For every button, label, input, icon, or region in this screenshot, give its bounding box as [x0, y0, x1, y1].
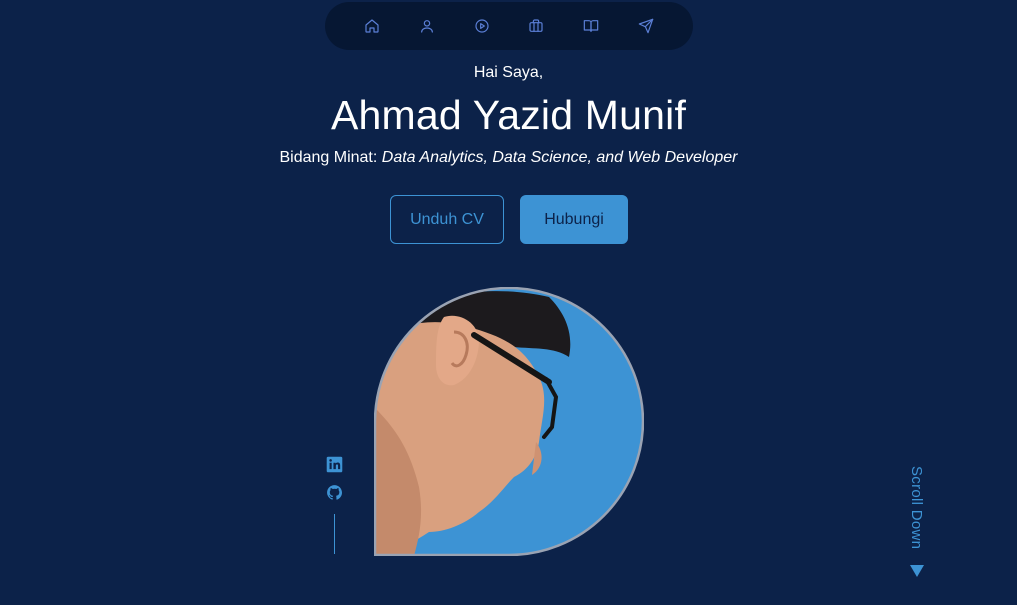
linkedin-icon	[326, 456, 342, 472]
hero-name: Ahmad Yazid Munif	[330, 92, 687, 138]
nav-portfolio[interactable]	[574, 9, 608, 43]
page: Hai Saya, Ahmad Yazid Munif Bidang Minat…	[0, 0, 1017, 605]
scroll-down-label: Scroll Down	[908, 466, 925, 550]
briefcase-icon	[529, 19, 543, 32]
social-links	[325, 455, 343, 554]
nav-contact[interactable]	[629, 9, 663, 43]
send-icon	[638, 18, 653, 34]
nav-home[interactable]	[355, 9, 389, 43]
nav-media[interactable]	[465, 9, 499, 43]
greeting-text: Hai Saya,	[473, 64, 544, 81]
interest-label: Bidang Minat:	[279, 149, 382, 166]
home-icon	[365, 19, 379, 33]
arrow-down-icon	[910, 565, 924, 577]
download-cv-button[interactable]: Unduh CV	[390, 195, 504, 244]
book-open-icon	[583, 20, 599, 32]
nav-about[interactable]	[410, 9, 444, 43]
github-link[interactable]	[325, 483, 343, 501]
user-icon	[421, 20, 433, 33]
interest-value: Data Analytics, Data Science, and Web De…	[381, 149, 738, 166]
scroll-down-link[interactable]: Scroll Down	[902, 466, 930, 578]
top-nav	[325, 2, 693, 50]
profile-photo	[374, 287, 644, 556]
social-divider-line	[333, 514, 335, 554]
play-circle-icon	[475, 19, 489, 33]
github-icon	[326, 484, 342, 500]
linkedin-link[interactable]	[325, 455, 343, 473]
interest-line: Bidang Minat: Data Analytics, Data Scien…	[0, 149, 1017, 167]
nav-experience[interactable]	[519, 9, 553, 43]
contact-button[interactable]: Hubungi	[520, 195, 628, 244]
